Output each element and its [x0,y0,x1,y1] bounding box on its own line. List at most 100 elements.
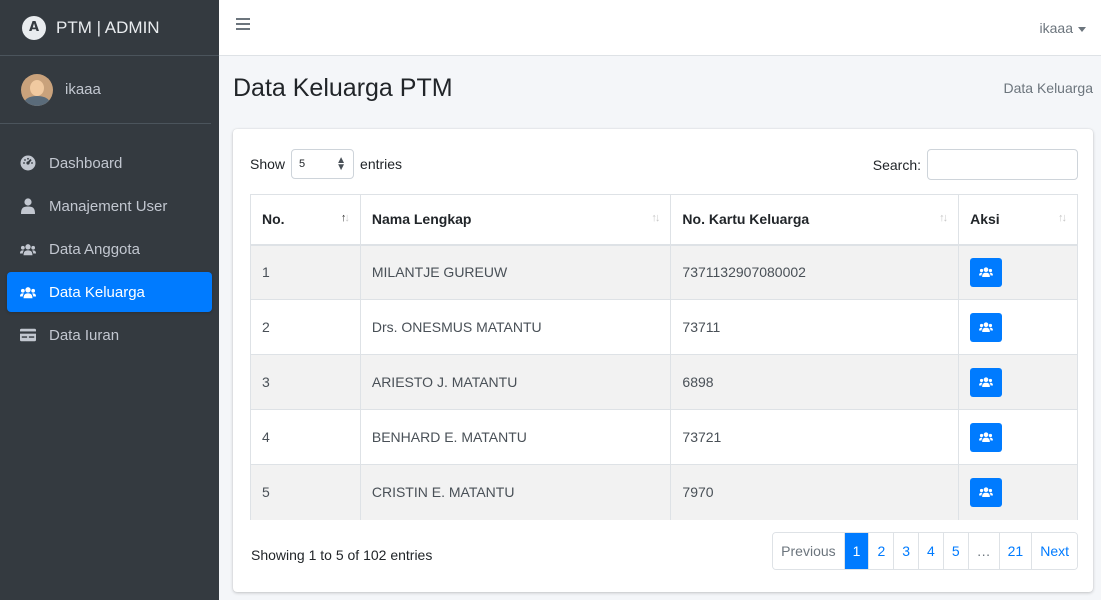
sidebar-item-manajement-user[interactable]: Manajement User [7,186,212,226]
pagination-page-3[interactable]: 3 [893,533,919,569]
pagination-page-1[interactable]: 1 [843,533,869,569]
avatar [21,73,53,106]
topbar: ikaaa [219,0,1101,56]
content-header: Data Keluarga PTM Data Keluarga [233,74,1093,108]
data-table: No. ↑↓ Nama Lengkap ↑↓ No. Kartu Keluarga ↑… [250,194,1078,520]
family-detail-button[interactable] [970,477,1003,507]
cell-no: 1 [250,244,361,300]
cell-aksi [958,464,1078,520]
sidebar: A PTM | ADMIN ikaaa Dashboard Manajement… [0,0,219,600]
column-header-label: No. [262,211,285,228]
family-detail-button[interactable] [970,257,1003,287]
search-label: Search: [872,156,921,173]
sidebar-nav: Dashboard Manajement User Data Anggota D… [0,124,219,355]
cell-aksi [958,354,1078,410]
sidebar-item-dashboard[interactable]: Dashboard [7,143,212,183]
sort-icon: ↑↓ [651,212,660,224]
search-input[interactable] [927,149,1078,180]
sidebar-item-data-keluarga[interactable]: Data Keluarga [7,272,212,312]
cell-kk: 73721 [670,409,960,465]
money-card-icon [20,327,36,343]
users-icon [20,241,36,257]
page-title: Data Keluarga PTM [233,74,453,102]
users-icon [979,322,994,332]
cell-kk: 6898 [670,354,960,410]
show-label: Show [250,156,286,172]
cell-nama: ARIESTO J. MATANTU [359,354,672,410]
pagination-page-5[interactable]: 5 [942,533,968,569]
brand-title: PTM | ADMIN [56,17,160,37]
tachometer-icon [20,155,36,171]
cell-aksi [958,244,1078,300]
users-icon [979,377,994,387]
column-header-label: No. Kartu Keluarga [682,211,810,228]
user-dropdown[interactable]: ikaaa [1040,20,1086,36]
sidebar-item-label: Data Iuran [49,326,120,344]
sidebar-item-label: Manajement User [49,197,168,215]
table-row: 3 ARIESTO J. MATANTU 6898 [250,354,1078,410]
column-header-aksi[interactable]: Aksi ↑↓ [958,194,1078,246]
hamburger-icon[interactable] [236,18,250,32]
sidebar-item-label: Data Keluarga [49,283,145,301]
cell-nama: Drs. ONESMUS MATANTU [359,299,672,355]
users-icon [20,284,36,300]
cell-nama: CRISTIN E. MATANTU [359,464,672,520]
sidebar-item-label: Dashboard [49,154,123,172]
cell-kk: 7970 [670,464,960,520]
sort-icon: ↑↓ [939,212,948,224]
column-header-nama[interactable]: Nama Lengkap ↑↓ [359,194,672,246]
user-name: ikaaa [65,81,101,98]
pagination-ellipsis: … [967,533,999,569]
users-icon [979,487,994,498]
sort-icon: ↑↓ [1058,212,1067,224]
entries-select[interactable]: 5 ▲ ▼ [291,149,355,179]
pagination-next[interactable]: Next [1031,533,1077,569]
pagination: Previous 1 2 3 4 5 … 21 Next [772,532,1078,570]
table-row: 5 CRISTIN E. MATANTU 7970 [250,464,1078,520]
user-dropdown-label: ikaaa [1039,20,1073,36]
table-row: 4 BENHARD E. MATANTU 73721 [250,409,1078,465]
pagination-page-4[interactable]: 4 [918,533,943,569]
search-control: Search: [873,149,1078,180]
entries-length-control: Show 5 ▲ ▼ entries [250,149,402,179]
entries-label: entries [360,156,403,172]
sort-arrows-icon: ▲ ▼ [336,155,347,173]
column-header-label: Nama Lengkap [371,211,472,228]
caret-down-icon [1078,26,1086,32]
cell-no: 3 [250,354,361,410]
user-icon [20,198,36,214]
users-icon [979,267,994,278]
breadcrumb: Data Keluarga [1003,80,1093,96]
user-panel[interactable]: ikaaa [0,56,211,124]
cell-nama: BENHARD E. MATANTU [359,409,672,465]
pagination-page-21[interactable]: 21 [998,533,1032,569]
sort-asc-icon: ↑↓ [340,212,350,224]
brand-link[interactable]: A PTM | ADMIN [0,0,219,56]
column-header-label: Aksi [970,211,1000,228]
column-header-kk[interactable]: No. Kartu Keluarga ↑↓ [670,194,960,246]
table-row: 1 MILANTJE GUREUW 7371132907080002 [250,244,1078,300]
column-header-no[interactable]: No. ↑↓ [250,194,361,246]
cell-no: 4 [250,409,361,465]
pagination-page-2[interactable]: 2 [868,533,894,569]
cell-aksi [958,299,1078,355]
sidebar-item-label: Data Anggota [49,240,140,258]
pagination-previous[interactable]: Previous [773,533,844,569]
family-detail-button[interactable] [970,312,1003,342]
entries-select-value: 5 [299,158,306,170]
cell-no: 2 [250,299,361,355]
family-detail-button[interactable] [970,367,1003,397]
cell-kk: 73711 [670,299,960,355]
users-icon [979,432,994,442]
sidebar-item-data-anggota[interactable]: Data Anggota [7,229,212,269]
table-row: 2 Drs. ONESMUS MATANTU 73711 [250,299,1078,355]
cell-no: 5 [250,464,361,520]
cell-aksi [958,409,1078,465]
family-detail-button[interactable] [970,422,1003,452]
cell-kk: 7371132907080002 [670,244,960,300]
table-info: Showing 1 to 5 of 102 entries [251,547,433,563]
data-card: Show 5 ▲ ▼ entries Search: No. ↑↓ Nama Len… [233,129,1093,592]
sidebar-item-data-iuran[interactable]: Data Iuran [7,315,212,355]
cell-nama: MILANTJE GUREUW [359,244,672,300]
brand-logo-icon: A [22,15,46,40]
